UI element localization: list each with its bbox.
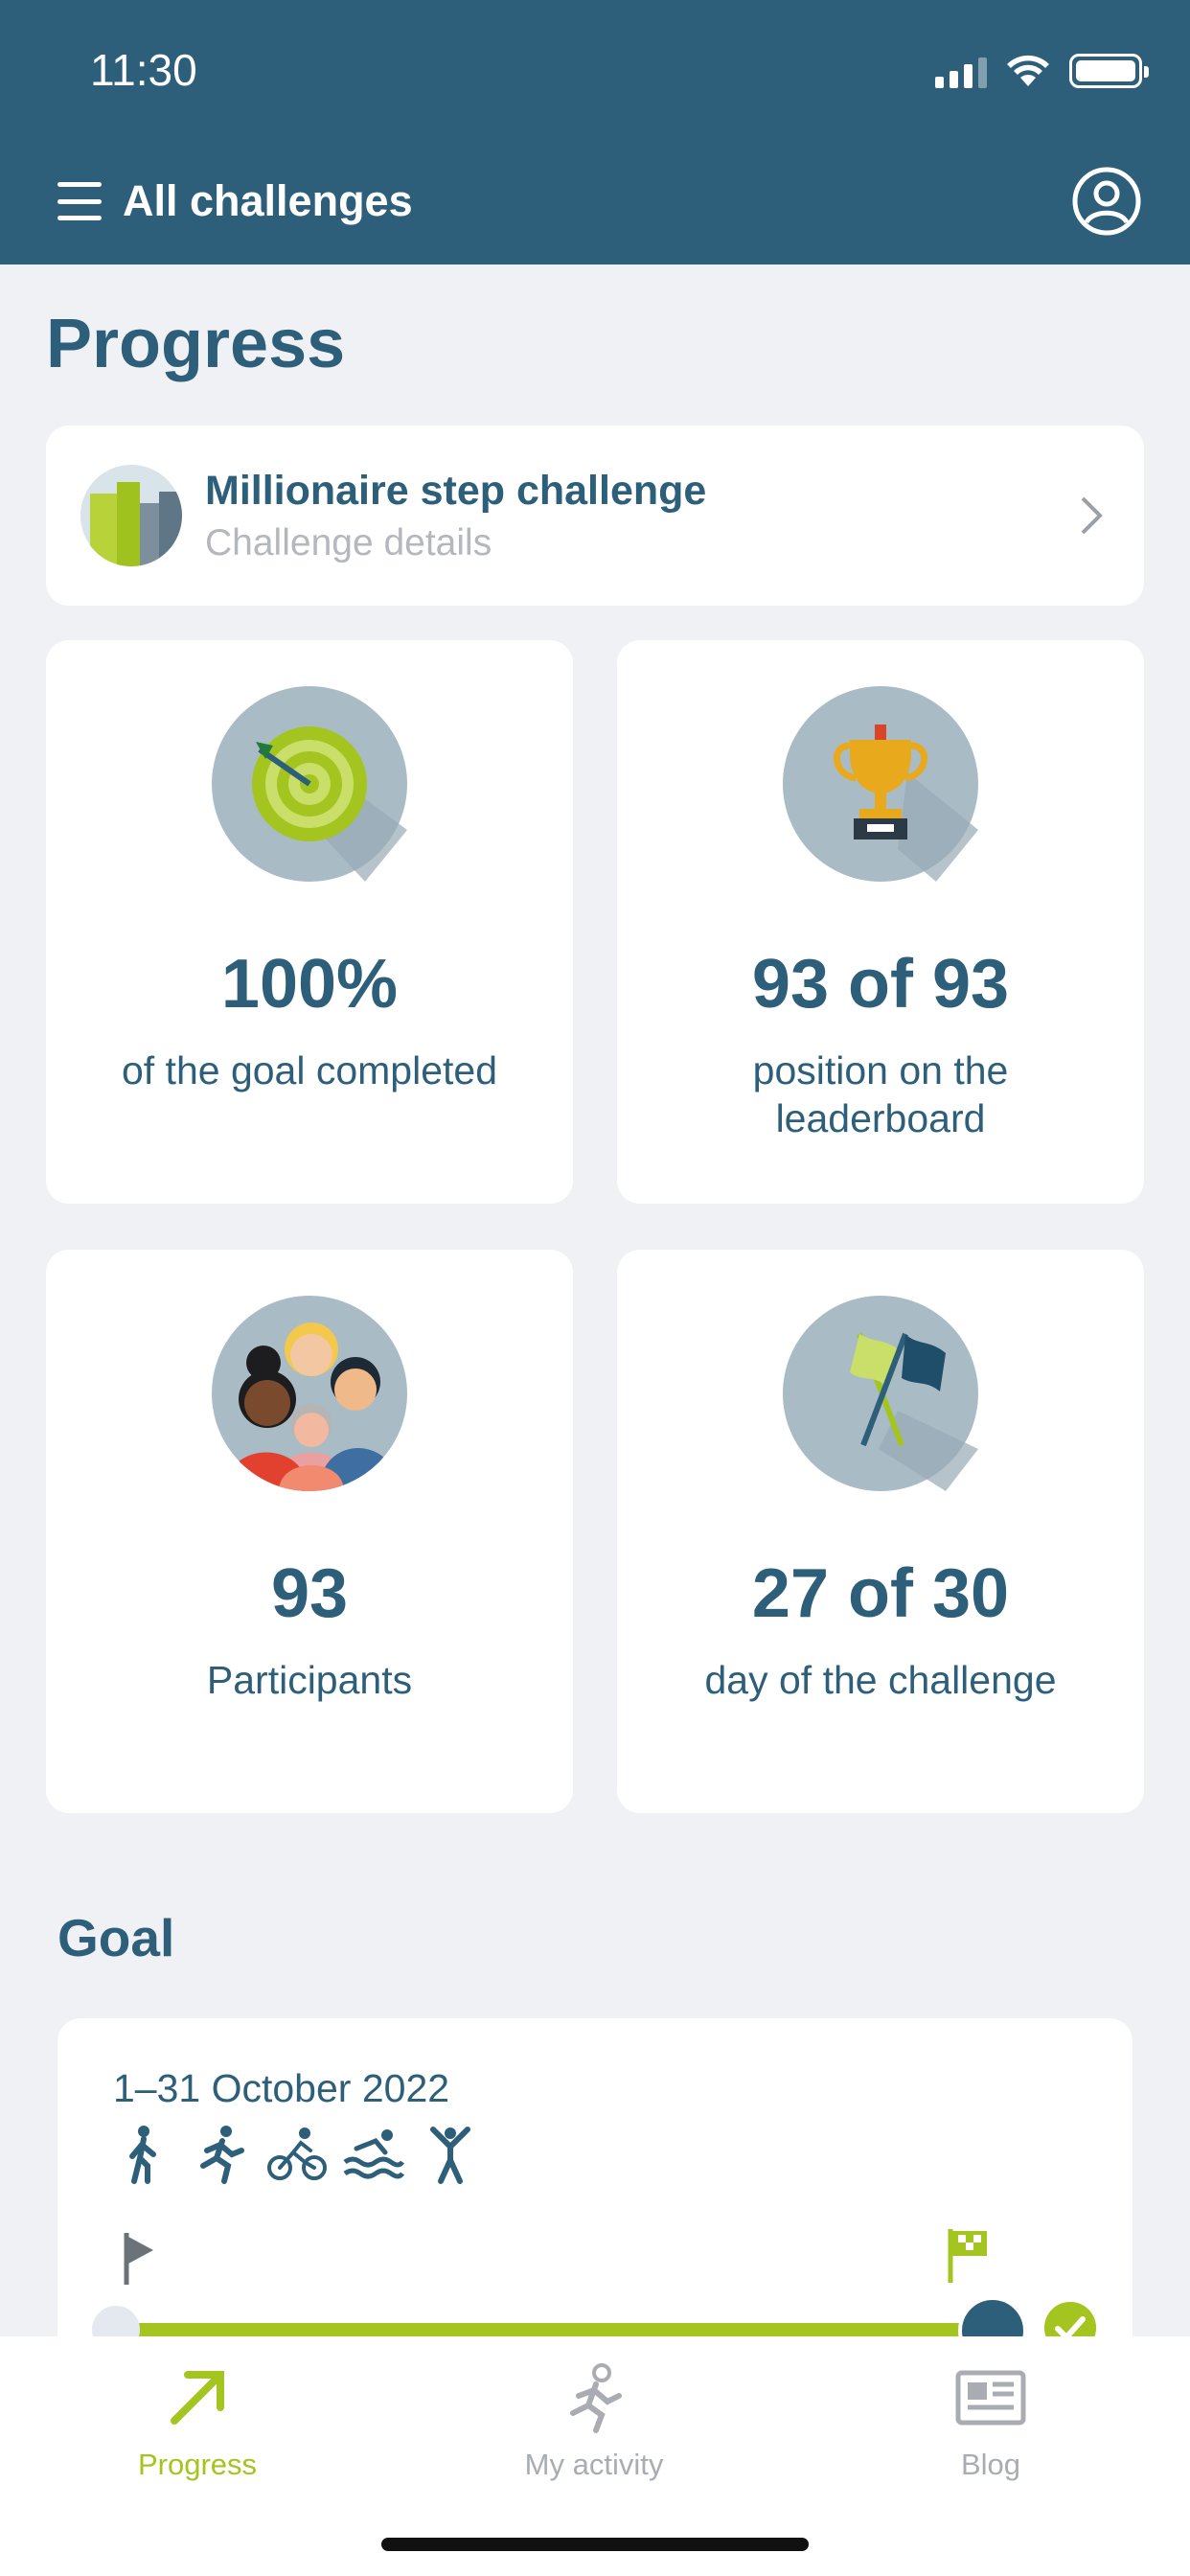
participants-icon	[212, 1296, 407, 1491]
swim-icon	[343, 2129, 404, 2179]
tab-progress[interactable]: Progress	[54, 2361, 341, 2482]
start-flag-icon	[124, 2233, 153, 2285]
home-indicator	[381, 2538, 809, 2551]
chevron-right-icon	[1081, 496, 1103, 535]
finish-flag-icon	[948, 2229, 987, 2283]
challenge-text: Millionaire step challenge Challenge det…	[205, 468, 1077, 564]
tab-label: Blog	[960, 2448, 1021, 2481]
target-icon	[212, 686, 407, 882]
goal-date-range: 1–31 October 2022	[113, 2066, 450, 2110]
nav-title[interactable]: All challenges	[123, 176, 413, 226]
stat-value: 100%	[220, 946, 399, 1023]
challenge-name: Millionaire step challenge	[205, 467, 707, 514]
page-title: Progress	[46, 306, 346, 382]
top-bar: 11:30 All challenges	[0, 0, 1190, 264]
bike-icon	[267, 2128, 327, 2180]
walk-icon	[129, 2126, 156, 2184]
flags-icon	[783, 1296, 978, 1491]
status-icons	[935, 54, 1149, 88]
nav-row: All challenges	[57, 163, 1142, 240]
stat-card-day[interactable]: 27 of 30 day of the challenge	[617, 1250, 1144, 1813]
tab-label: Progress	[137, 2448, 258, 2481]
run-icon	[200, 2126, 244, 2184]
wifi-icon	[1007, 55, 1049, 86]
stat-label: position on the leaderboard	[752, 1048, 1009, 1140]
arrow-up-right-icon	[171, 2371, 224, 2425]
challenge-card[interactable]: Millionaire step challenge Challenge det…	[46, 426, 1144, 606]
battery-icon	[1069, 54, 1149, 88]
stat-value: 93	[270, 1555, 349, 1632]
stat-card-leaderboard[interactable]: 93 of 93 position on the leaderboard	[617, 640, 1144, 1204]
stat-value: 93 of 93	[751, 946, 1010, 1023]
cellular-signal-icon	[935, 56, 987, 88]
tab-my-activity[interactable]: My activity	[450, 2361, 738, 2482]
profile-icon[interactable]	[1071, 166, 1142, 237]
tab-blog[interactable]: Blog	[847, 2361, 1134, 2482]
newspaper-icon	[955, 2370, 1026, 2426]
stat-card-goal[interactable]: 100% of the goal completed	[46, 640, 573, 1204]
stat-label: day of the challenge	[704, 1658, 1057, 1702]
stat-card-participants[interactable]: 93 Participants	[46, 1250, 573, 1813]
status-time: 11:30	[90, 45, 197, 95]
tab-label: My activity	[524, 2448, 664, 2481]
activity-icons	[113, 2124, 481, 2185]
goal-heading: Goal	[57, 1908, 175, 1967]
challenge-thumbnail	[80, 465, 182, 566]
hamburger-menu-icon[interactable]	[57, 182, 102, 220]
fitness-icon	[430, 2127, 470, 2184]
challenge-details-link[interactable]: Challenge details	[205, 522, 1077, 564]
stat-label: of the goal completed	[121, 1048, 498, 1092]
runner-icon	[570, 2363, 622, 2433]
trophy-icon	[783, 686, 978, 882]
stat-label: Participants	[206, 1658, 413, 1702]
stat-value: 27 of 30	[751, 1555, 1010, 1632]
